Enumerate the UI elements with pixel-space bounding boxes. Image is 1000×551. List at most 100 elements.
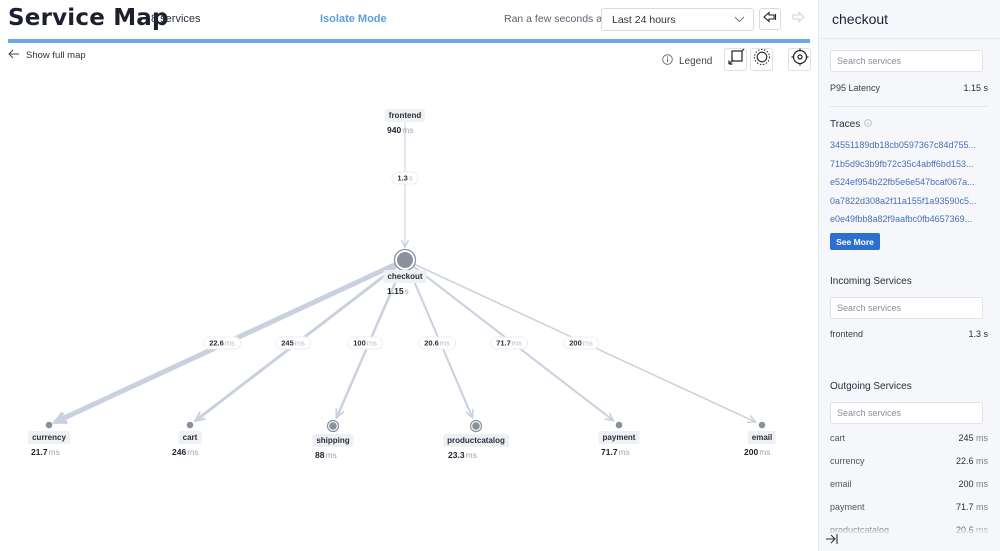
edge-latency-unit: s xyxy=(408,173,413,183)
load-progress-bar xyxy=(8,39,810,43)
forward-button[interactable] xyxy=(787,8,809,30)
chevron-down-icon xyxy=(734,12,745,29)
time-range-select[interactable]: Last 24 hours xyxy=(601,8,754,31)
node-label[interactable]: cart xyxy=(178,431,202,444)
node-label[interactable]: frontend xyxy=(384,109,426,122)
node-label[interactable]: shipping xyxy=(312,434,354,447)
edge-latency-value: 1.3 xyxy=(397,173,408,183)
node-latency-unit: ms xyxy=(325,450,337,460)
service-name: frontend xyxy=(830,329,864,339)
node-label[interactable]: currency xyxy=(28,431,70,444)
node-shipping[interactable] xyxy=(326,419,340,433)
see-more-button[interactable]: See More xyxy=(830,233,880,250)
outgoing-search-input[interactable] xyxy=(830,402,983,424)
sidebar-search-input[interactable] xyxy=(830,50,983,72)
service-graph[interactable]: 1.3s 22.6ms 245ms 100ms 20.6ms 71.7ms 200ms fro… xyxy=(0,70,818,551)
trace-link[interactable]: e524ef954b22fb5e6e547bcaf067a... xyxy=(830,177,975,187)
center-button[interactable] xyxy=(788,48,811,71)
outgoing-service-row[interactable]: email 200 ms xyxy=(830,479,988,489)
node-latency-value: 940 xyxy=(387,125,402,135)
service-count: 8 services xyxy=(151,13,201,25)
list-fade xyxy=(819,525,1000,535)
p95-latency-value: 1.15 s xyxy=(963,83,988,93)
sidebar-header-divider xyxy=(819,38,1000,39)
collapse-right-icon xyxy=(825,534,839,548)
node-label[interactable]: checkout xyxy=(383,270,427,283)
incoming-service-row[interactable]: frontend 1.3 s xyxy=(830,329,988,339)
trace-link[interactable]: 0a7822d308a2f11a155f1a93590c5... xyxy=(830,196,976,206)
edge-latency-unit: ms xyxy=(294,338,305,348)
node-latency-value: 21.7 xyxy=(31,447,48,457)
trace-link[interactable]: 34551189db18cb0597367c84d755... xyxy=(830,140,976,150)
edge-latency-unit: ms xyxy=(439,338,450,348)
node-latency: 71.7ms xyxy=(601,447,630,457)
service-latency: 22.6 ms xyxy=(955,456,988,466)
arrow-back-icon xyxy=(8,49,20,62)
node-cart[interactable] xyxy=(186,421,194,429)
expand-icon xyxy=(727,48,745,71)
node-label[interactable]: productcatalog xyxy=(443,434,509,447)
edge-latency-label: 71.7ms xyxy=(490,336,528,350)
edge-latency-label: 200ms xyxy=(563,336,599,350)
load-progress-fill xyxy=(8,39,810,43)
node-latency-value: 71.7 xyxy=(601,447,618,457)
node-label[interactable]: payment xyxy=(598,431,640,444)
edge-latency-value: 20.6 xyxy=(424,338,439,348)
legend-button[interactable]: Legend xyxy=(662,54,712,68)
cluster-button[interactable] xyxy=(750,48,773,71)
back-button[interactable] xyxy=(759,8,781,30)
cluster-icon xyxy=(753,48,771,71)
service-name: currency xyxy=(830,456,865,466)
edge-latency-value: 100 xyxy=(353,338,366,348)
info-icon xyxy=(662,54,673,68)
outgoing-services-heading: Outgoing Services xyxy=(830,381,912,392)
service-name: cart xyxy=(830,433,846,443)
outgoing-service-row[interactable]: cart 245 ms xyxy=(830,433,988,443)
node-payment[interactable] xyxy=(615,421,623,429)
node-label[interactable]: email xyxy=(747,431,777,444)
node-latency-value: 200 xyxy=(744,447,759,457)
edge-latency-label: 245ms xyxy=(275,336,311,350)
edge-latency-unit: ms xyxy=(511,338,522,348)
edge-latency-label: 100ms xyxy=(347,336,383,350)
show-full-map-link[interactable]: Show full map xyxy=(8,49,86,62)
center-icon xyxy=(791,48,809,71)
edge-latency-label: 1.3s xyxy=(391,171,419,185)
service-map-app: Service Map 8 services Isolate Mode Ran … xyxy=(0,0,1000,551)
node-latency-value: 23.3 xyxy=(448,450,465,460)
graph-canvas[interactable] xyxy=(0,70,818,551)
node-latency-unit: ms xyxy=(618,447,630,457)
node-latency-unit: s xyxy=(404,286,409,296)
expand-button[interactable] xyxy=(724,48,747,71)
service-latency: 71.7 ms xyxy=(955,502,988,512)
edge-latency-value: 245 xyxy=(281,338,294,348)
edge-latency-label: 22.6ms xyxy=(203,336,241,350)
traces-label: Traces xyxy=(830,119,861,130)
time-range-value: Last 24 hours xyxy=(612,14,676,26)
outgoing-service-row[interactable]: payment 71.7 ms xyxy=(830,502,988,512)
legend-label: Legend xyxy=(679,55,713,67)
p95-latency-row: P95 Latency 1.15 s xyxy=(830,83,988,93)
node-latency-unit: ms xyxy=(402,125,414,135)
isolate-mode-button[interactable]: Isolate Mode xyxy=(320,13,387,25)
arrow-right-icon xyxy=(791,10,805,28)
page-title: Service Map xyxy=(8,5,169,31)
node-latency: 1.15s xyxy=(387,286,409,296)
sidebar-divider xyxy=(830,106,988,107)
node-productcatalog[interactable] xyxy=(469,419,483,433)
node-email[interactable] xyxy=(758,421,766,429)
header: Service Map 8 services Isolate Mode Ran … xyxy=(0,0,818,43)
edge-latency-value: 200 xyxy=(569,338,582,348)
edge-latency-unit: ms xyxy=(366,338,377,348)
collapse-sidebar-button[interactable] xyxy=(825,533,839,548)
traces-heading: Traces xyxy=(830,119,872,130)
node-latency-unit: ms xyxy=(48,447,60,457)
node-latency: 21.7ms xyxy=(31,447,60,457)
node-checkout[interactable] xyxy=(393,248,417,272)
trace-link[interactable]: 71b5d9c3b9fb72c35c4abff6bd153... xyxy=(830,159,973,169)
node-currency[interactable] xyxy=(45,421,53,429)
edge-latency-unit: ms xyxy=(224,338,235,348)
outgoing-service-row[interactable]: currency 22.6 ms xyxy=(830,456,988,466)
incoming-search-input[interactable] xyxy=(830,297,983,319)
trace-link[interactable]: e0e49fbb8a82f9aafbc0fb4657369... xyxy=(830,214,972,224)
